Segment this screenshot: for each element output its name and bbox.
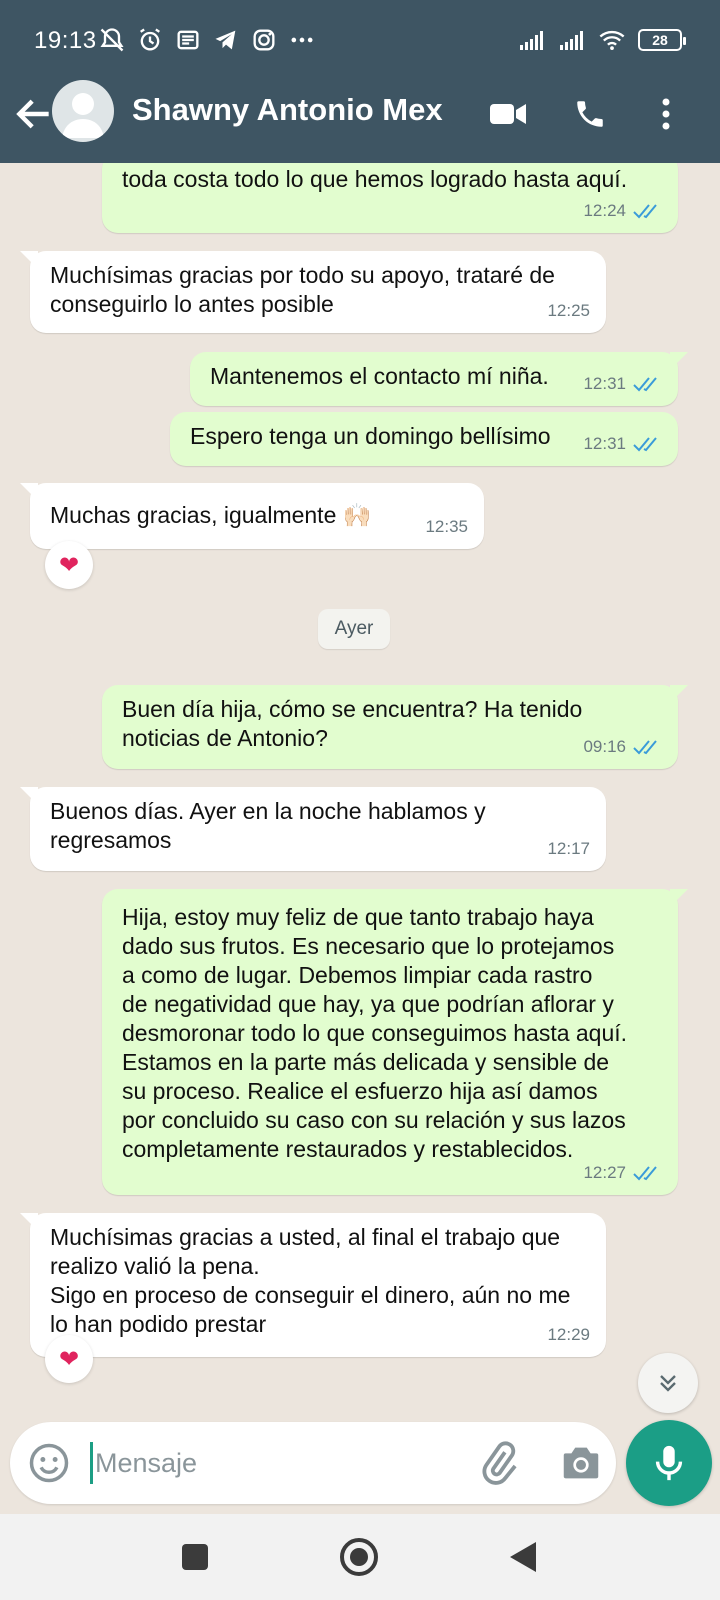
heart-icon: ❤ — [58, 1345, 80, 1373]
message-meta: 12:31 — [583, 369, 662, 398]
message-bubble-outgoing[interactable]: Hija, estoy muy feliz de que tanto traba… — [102, 889, 688, 1195]
message-time: 12:25 — [547, 301, 590, 320]
message-time: 12:35 — [425, 517, 468, 536]
message-bubble-outgoing[interactable]: Mantenemos el contacto mí niña. 12:31 — [190, 352, 688, 406]
message-text: Hija, estoy muy feliz de que tanto traba… — [122, 904, 628, 1162]
top-bar: 19:13 28 Shawny Antonio Mex — [0, 0, 720, 163]
bubble-tail — [670, 685, 688, 703]
message-text: Buen día hija, cómo se encuentra? Ha ten… — [122, 696, 583, 751]
camera-icon[interactable] — [558, 1440, 604, 1486]
message-time: 12:24 — [583, 201, 626, 220]
more-vert-icon — [662, 98, 670, 130]
bubble-tail — [20, 483, 38, 501]
message-meta: 12:31 — [583, 429, 662, 458]
message-bubble-incoming[interactable]: Muchísimas gracias a usted, al final el … — [20, 1213, 606, 1357]
attach-paperclip-icon[interactable] — [476, 1440, 522, 1486]
microphone-icon — [655, 1445, 683, 1481]
double-chevron-down-icon — [660, 1375, 676, 1392]
message-meta: 12:29 — [547, 1320, 590, 1349]
avatar[interactable] — [52, 80, 114, 142]
voice-record-button[interactable] — [626, 1420, 712, 1506]
phone-icon — [577, 101, 603, 127]
message-bubble-outgoing[interactable]: Espero tenga un domingo bellísimo 12:31 — [170, 412, 678, 466]
heart-reaction[interactable]: ❤ — [45, 1335, 93, 1383]
message-meta: 12:17 — [547, 834, 590, 863]
message-text: Espero tenga un domingo bellísimo — [190, 423, 551, 449]
message-meta: 09:16 — [583, 732, 662, 761]
message-bubble-outgoing[interactable]: toda costa todo lo que hemos logrado has… — [102, 163, 678, 233]
contact-name[interactable]: Shawny Antonio Mex — [132, 92, 443, 128]
bubble-tail — [20, 251, 38, 269]
message-meta: 12:27 — [583, 1158, 662, 1187]
bubble-tail — [20, 1213, 38, 1231]
message-text: Muchísimas gracias a usted, al final el … — [50, 1224, 571, 1337]
mute-alarm-icon — [100, 28, 124, 52]
signal-icon — [560, 31, 583, 50]
avatar-icon — [62, 93, 104, 138]
read-ticks-icon — [633, 376, 657, 391]
message-composer — [10, 1422, 616, 1504]
instagram-icon — [253, 29, 275, 51]
message-bubble-incoming[interactable]: Muchísimas gracias por todo su apoyo, tr… — [20, 251, 606, 333]
voice-call-button[interactable] — [566, 90, 614, 138]
back-button[interactable] — [500, 1534, 546, 1580]
more-options-button[interactable] — [642, 90, 690, 138]
message-meta: 12:35 — [425, 512, 468, 541]
message-text: Mantenemos el contacto mí niña. — [210, 363, 549, 389]
signal-icon — [520, 31, 543, 50]
message-time: 12:31 — [583, 374, 626, 393]
home-circle-icon — [340, 1538, 378, 1576]
bubble-tail — [20, 787, 38, 805]
system-nav-bar — [0, 1514, 720, 1600]
telegram-icon — [215, 30, 236, 50]
recents-square-icon — [182, 1544, 208, 1570]
date-separator: Ayer — [318, 609, 390, 649]
video-call-button[interactable] — [484, 90, 532, 138]
read-ticks-icon — [633, 436, 657, 451]
chat-header: Shawny Antonio Mex — [0, 80, 720, 163]
more-dots-icon — [291, 37, 313, 43]
message-text: Muchísimas gracias por todo su apoyo, tr… — [50, 262, 555, 317]
message-text: Muchas gracias, igualmente 🙌🏻 — [50, 502, 372, 528]
alarm-icon — [140, 28, 160, 51]
heart-reaction[interactable]: ❤ — [45, 541, 93, 589]
status-system-icons: 28 — [518, 26, 686, 54]
back-triangle-icon — [510, 1542, 536, 1572]
message-text: toda costa todo lo que hemos logrado has… — [122, 166, 628, 192]
video-call-icon — [490, 104, 526, 124]
message-bubble-incoming[interactable]: Muchas gracias, igualmente 🙌🏻 12:35 — [20, 483, 484, 549]
home-button[interactable] — [336, 1534, 382, 1580]
message-meta: 12:24 — [583, 196, 662, 225]
status-bar: 19:13 28 — [0, 0, 720, 80]
message-bubble-outgoing[interactable]: Buen día hija, cómo se encuentra? Ha ten… — [102, 685, 688, 769]
read-ticks-icon — [633, 1165, 657, 1180]
recents-button[interactable] — [172, 1534, 218, 1580]
status-time: 19:13 — [34, 27, 97, 54]
chat-area[interactable]: toda costa todo lo que hemos logrado has… — [0, 163, 720, 1425]
message-bubble-incoming[interactable]: Buenos días. Ayer en la noche hablamos y… — [20, 787, 606, 871]
battery-icon: 28 — [638, 29, 686, 51]
read-ticks-icon — [633, 203, 657, 218]
message-text: Buenos días. Ayer en la noche hablamos y… — [50, 798, 486, 853]
back-arrow-icon[interactable] — [12, 92, 56, 136]
heart-icon: ❤ — [58, 551, 80, 579]
bubble-tail — [670, 352, 688, 370]
message-time: 12:17 — [547, 839, 590, 858]
message-time: 12:31 — [583, 434, 626, 453]
emoji-icon[interactable] — [28, 1442, 70, 1484]
read-ticks-icon — [633, 739, 657, 754]
message-input[interactable] — [90, 1442, 470, 1484]
scroll-to-bottom-button[interactable] — [638, 1353, 698, 1413]
bubble-tail — [670, 889, 688, 907]
message-time: 12:27 — [583, 1163, 626, 1182]
status-notification-icons — [98, 26, 316, 54]
wifi-icon — [599, 30, 625, 51]
message-time: 09:16 — [583, 737, 626, 756]
message-time: 12:29 — [547, 1325, 590, 1344]
message-meta: 12:25 — [547, 296, 590, 325]
notes-icon — [177, 30, 199, 50]
